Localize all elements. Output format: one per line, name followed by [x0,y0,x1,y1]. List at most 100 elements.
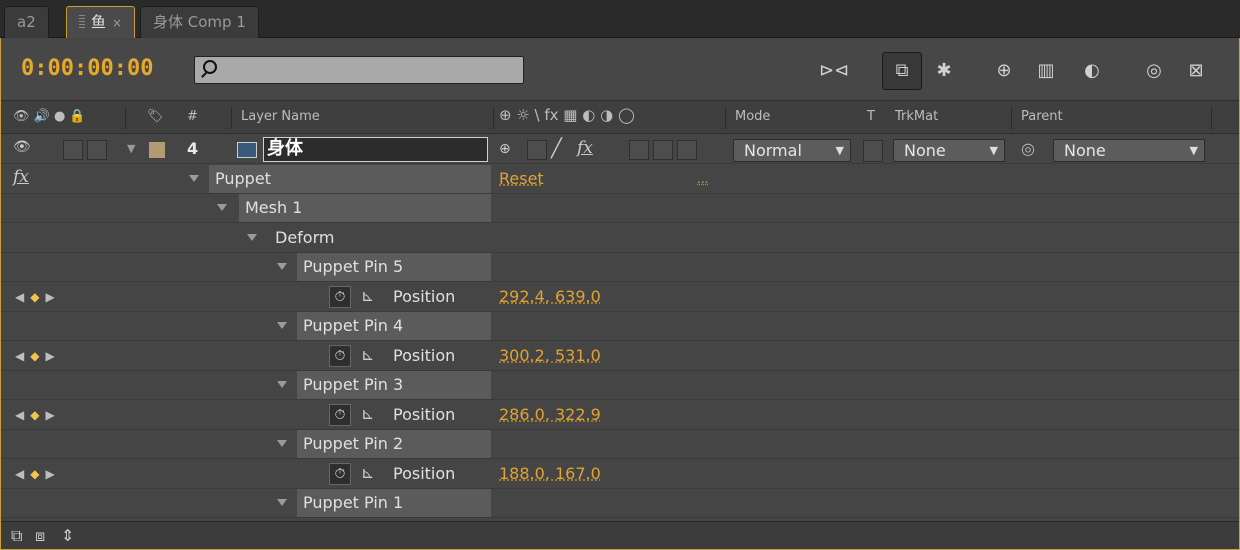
expand-triangle-icon[interactable] [217,204,227,211]
motion-blur-icon[interactable]: ▥ [1031,56,1061,86]
parent-header[interactable]: Parent [1021,109,1063,124]
expand-triangle-icon[interactable] [277,322,287,329]
quality-slash-icon[interactable]: ╱ [551,138,562,159]
expand-triangle-icon[interactable] [277,499,287,506]
effect-options-link[interactable]: ... [697,165,708,193]
puppet-pin-name[interactable]: Puppet Pin 1 [297,489,491,517]
tab-a2[interactable]: a2 [4,6,49,38]
expand-triangle-icon[interactable] [277,263,287,270]
graph-editor-icon[interactable]: ◐ [1077,56,1107,86]
effect-fx-icon[interactable]: fx [13,167,29,187]
adjustment-switch[interactable] [677,140,697,160]
collapse-switch[interactable] [527,140,547,160]
toggle-modes-icon[interactable]: ⧈ [35,526,45,546]
effect-name[interactable]: Puppet [209,165,491,193]
stopwatch-icon[interactable]: ⏱ [329,345,351,367]
graph-icon[interactable]: ⊾ [361,463,374,482]
trkmat-header[interactable]: TrkMat [895,109,938,124]
pick-whip-icon[interactable]: ◎ [1021,139,1035,158]
mesh-name[interactable]: Mesh 1 [239,194,491,222]
keyframe-navigator[interactable]: ◀ ◆ ▶ [15,408,55,422]
puppet-pin-row[interactable]: Puppet Pin 2 [1,430,1239,460]
graph-icon[interactable]: ⊾ [361,345,374,364]
column-divider[interactable] [1011,107,1012,129]
tab-body-comp[interactable]: 身体 Comp 1 [140,6,259,38]
audio-switch[interactable] [63,140,83,160]
effect-puppet-row[interactable]: fx Puppet Reset ... [1,165,1239,195]
expand-triangle-icon[interactable] [189,175,199,182]
live-update-icon[interactable]: ⊠ [1181,56,1211,86]
number-header[interactable]: # [187,109,198,124]
column-divider[interactable] [725,107,726,129]
expand-triangle-icon[interactable] [277,440,287,447]
toggle-switches-icon[interactable]: ⧉ [11,526,22,546]
stopwatch-icon[interactable]: ⏱ [329,404,351,426]
column-divider[interactable] [231,107,232,129]
puppet-pin-name[interactable]: Puppet Pin 5 [297,253,491,281]
close-icon[interactable]: × [112,16,122,30]
position-row[interactable]: ◀ ◆ ▶ ⏱ ⊾ Position 188.0, 167.0 [1,460,1239,490]
keyframe-navigator[interactable]: ◀ ◆ ▶ [15,349,55,363]
puppet-pin-row[interactable]: Puppet Pin 3 [1,371,1239,401]
search-input[interactable] [194,56,524,84]
keyframe-diamond-icon[interactable]: ◆ [30,467,39,481]
mode-dropdown[interactable]: Normal ▼ [733,139,851,162]
deform-row[interactable]: Deform [1,224,1239,254]
puppet-pin-row[interactable]: Puppet Pin 1 [1,489,1239,519]
effect-switch[interactable]: fx [577,138,593,158]
position-value[interactable]: 188.0, 167.0 [499,460,601,488]
keyframe-diamond-icon[interactable]: ◆ [30,408,39,422]
layer-name-header[interactable]: Layer Name [241,109,320,124]
tab-fish[interactable]: 鱼 × [66,6,136,38]
frame-blending-icon[interactable]: ⊕ [989,56,1019,86]
shy-switch-icon[interactable]: ⊕ [499,141,511,157]
keyframe-navigator[interactable]: ◀ ◆ ▶ [15,290,55,304]
graph-icon[interactable]: ⊾ [361,286,374,305]
keyframe-diamond-icon[interactable]: ◆ [30,349,39,363]
draft-3d-icon[interactable]: ⧉ [882,52,922,90]
mesh-row[interactable]: Mesh 1 [1,194,1239,224]
label-icon[interactable]: 🏷 [147,109,164,124]
comp-flowchart-icon[interactable]: ⊳⊲ [819,56,849,86]
puppet-pin-row[interactable]: Puppet Pin 5 [1,253,1239,283]
video-eye-icon[interactable]: 👁 [13,139,31,155]
mode-header[interactable]: Mode [735,109,770,124]
puppet-pin-row[interactable]: Puppet Pin 4 [1,312,1239,342]
position-value[interactable]: 286.0, 322.9 [499,401,601,429]
expand-triangle-icon[interactable] [277,381,287,388]
puppet-pin-name[interactable]: Puppet Pin 4 [297,312,491,340]
position-row[interactable]: ◀ ◆ ▶ ⏱ ⊾ Position 292.4, 639.0 [1,283,1239,313]
position-row[interactable]: ◀ ◆ ▶ ⏱ ⊾ Position 300.2, 531.0 [1,342,1239,372]
shy-layers-icon[interactable]: ✱ [929,56,959,86]
reset-link[interactable]: Reset [499,165,544,193]
graph-icon[interactable]: ⊾ [361,404,374,423]
column-divider[interactable] [125,107,126,129]
layer-name-field[interactable]: 身体 [263,137,488,162]
motion-blur-switch[interactable] [653,140,673,160]
brainstorm-icon[interactable]: ◎ [1139,56,1169,86]
keyframe-diamond-icon[interactable]: ◆ [30,290,39,304]
frame-blend-switch[interactable] [629,140,649,160]
solo-switch[interactable] [87,140,107,160]
layer-row[interactable]: 👁 ▼ 4 身体 ⊕ ╱ fx Normal ▼ None ▼ ◎ None ▼ [1,135,1239,165]
preserve-transparency-switch[interactable] [863,140,883,162]
stopwatch-icon[interactable]: ⏱ [329,463,351,485]
chevron-down-icon[interactable]: ▼ [127,142,135,155]
expand-triangle-icon[interactable] [247,234,257,241]
position-value[interactable]: 292.4, 639.0 [499,283,601,311]
trkmat-dropdown[interactable]: None ▼ [893,139,1005,162]
stopwatch-icon[interactable]: ⏱ [329,286,351,308]
keyframe-navigator[interactable]: ◀ ◆ ▶ [15,467,55,481]
expand-collapse-icon[interactable]: ⇕ [61,526,74,545]
t-header[interactable]: T [867,109,875,124]
column-divider[interactable] [493,107,494,129]
av-switches-header[interactable]: 👁 🔊 ● 🔒 [13,109,86,124]
label-color-swatch[interactable] [149,142,165,158]
position-row[interactable]: ◀ ◆ ▶ ⏱ ⊾ Position 286.0, 322.9 [1,401,1239,431]
current-time-display[interactable]: 0:00:00:00 [21,56,153,81]
puppet-pin-name[interactable]: Puppet Pin 3 [297,371,491,399]
switches-header[interactable]: ⊕ ☼ \ fx ▦ ◐ ◑ ◯ [499,106,635,124]
position-value[interactable]: 300.2, 531.0 [499,342,601,370]
parent-dropdown[interactable]: None ▼ [1053,139,1205,162]
puppet-pin-name[interactable]: Puppet Pin 2 [297,430,491,458]
